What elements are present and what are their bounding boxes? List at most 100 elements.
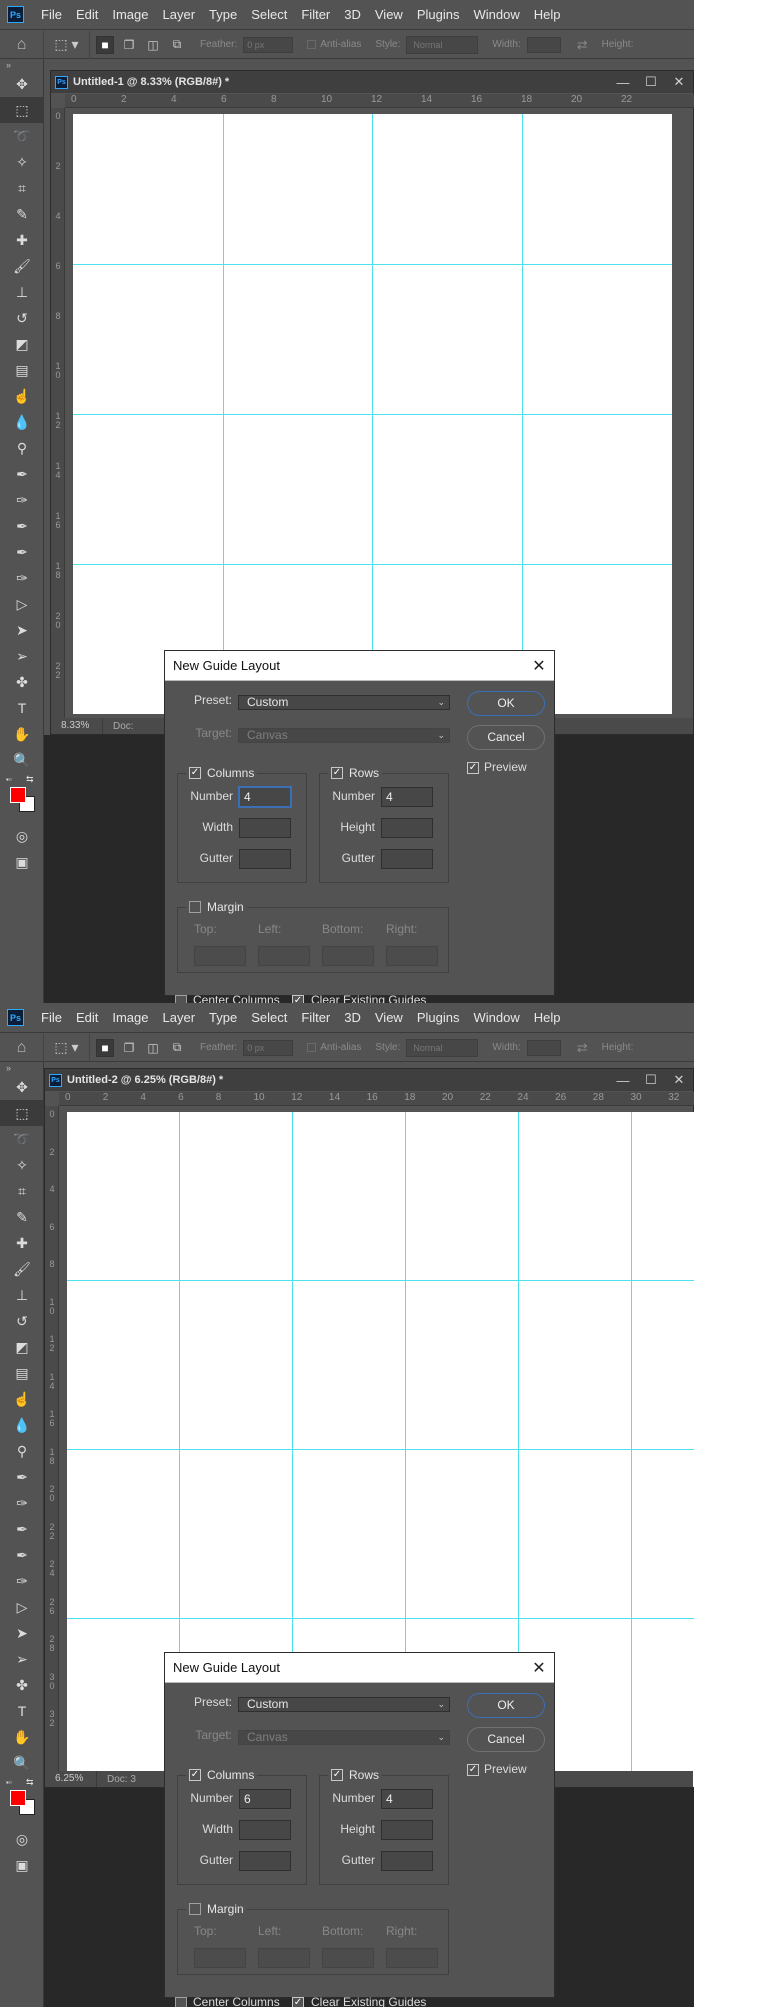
menu-filter[interactable]: Filter: [294, 7, 337, 22]
add-anchor-icon[interactable]: ✒: [0, 1516, 44, 1542]
menu-edit[interactable]: Edit: [69, 7, 105, 22]
cancel-button[interactable]: Cancel: [467, 725, 545, 750]
rows-gutter-input[interactable]: [381, 849, 433, 869]
convert-point-icon[interactable]: ▷: [0, 1594, 44, 1620]
menu-3d[interactable]: 3D: [337, 1010, 368, 1025]
delete-anchor-icon[interactable]: ✒: [0, 1542, 44, 1568]
move-icon[interactable]: ✥: [0, 71, 44, 97]
doc-info[interactable]: Doc: 3: [97, 1774, 136, 1785]
home-icon[interactable]: ⌂: [0, 30, 44, 59]
menu-window[interactable]: Window: [466, 1010, 526, 1025]
menu-help[interactable]: Help: [527, 7, 568, 22]
width-input[interactable]: [526, 36, 561, 53]
screen-mode-icon[interactable]: ▣: [0, 1852, 44, 1878]
zoom-level[interactable]: 6.25%: [45, 1771, 97, 1787]
preview-checkbox[interactable]: ✓: [467, 762, 479, 774]
menu-window[interactable]: Window: [466, 7, 526, 22]
width-input[interactable]: [526, 1039, 561, 1056]
crop-icon[interactable]: ⌗: [0, 175, 44, 201]
eraser-icon[interactable]: ◩: [0, 1334, 44, 1360]
magic-wand-icon[interactable]: ✧: [0, 1152, 44, 1178]
maximize-icon[interactable]: ☐: [637, 1072, 665, 1088]
clear-guides-checkbox[interactable]: ✓: [292, 995, 304, 1003]
zoom-icon[interactable]: 🔍: [0, 1750, 44, 1776]
rows-number-input[interactable]: 4: [381, 1789, 433, 1809]
new-selection-icon[interactable]: ■: [96, 35, 114, 54]
new-selection-icon[interactable]: ■: [96, 1038, 114, 1057]
quick-mask-icon[interactable]: ◎: [0, 1826, 44, 1852]
marquee-preset-icon[interactable]: ⬚ ▾: [44, 1033, 90, 1062]
stamp-icon[interactable]: ⊥: [0, 279, 44, 305]
delete-anchor-icon[interactable]: ✒: [0, 539, 44, 565]
foreground-color-swatch[interactable]: [10, 1790, 26, 1806]
rows-gutter-input[interactable]: [381, 1851, 433, 1871]
shape-icon[interactable]: ✤: [0, 669, 44, 695]
document-tab[interactable]: Ps Untitled-1 @ 8.33% (RGB/8#) * — ☐ ✕: [51, 71, 693, 93]
curvature-pen-icon[interactable]: ✑: [0, 565, 44, 591]
menu-layer[interactable]: Layer: [156, 1010, 203, 1025]
columns-number-input[interactable]: 6: [239, 1789, 291, 1809]
menu-edit[interactable]: Edit: [69, 1010, 105, 1025]
zoom-icon[interactable]: 🔍: [0, 747, 44, 773]
margin-checkbox[interactable]: [189, 901, 201, 913]
menu-filter[interactable]: Filter: [294, 1010, 337, 1025]
subtract-selection-icon[interactable]: ◫: [144, 36, 162, 54]
smudge-icon[interactable]: ☝: [0, 383, 44, 409]
hand-icon[interactable]: ✋: [0, 1724, 44, 1750]
rows-number-input[interactable]: 4: [381, 787, 433, 807]
magic-wand-icon[interactable]: ✧: [0, 149, 44, 175]
menu-select[interactable]: Select: [244, 7, 294, 22]
marquee-icon[interactable]: ⬚: [0, 1100, 44, 1126]
swap-colors-icon[interactable]: ⇆: [26, 774, 34, 785]
minimize-icon[interactable]: —: [609, 75, 637, 90]
lasso-icon[interactable]: ➰: [0, 1126, 44, 1152]
freeform-pen-icon[interactable]: ✑: [0, 1490, 44, 1516]
curvature-pen-icon[interactable]: ✑: [0, 1568, 44, 1594]
history-brush-icon[interactable]: ↺: [0, 1308, 44, 1334]
feather-input[interactable]: 0 px: [243, 36, 294, 53]
freeform-pen-icon[interactable]: ✑: [0, 487, 44, 513]
menu-type[interactable]: Type: [202, 7, 244, 22]
feather-input[interactable]: 0 px: [243, 1039, 294, 1056]
ok-button[interactable]: OK: [467, 691, 545, 716]
blur-icon[interactable]: 💧: [0, 1412, 44, 1438]
menu-image[interactable]: Image: [105, 7, 155, 22]
eyedropper-icon[interactable]: ✎: [0, 1204, 44, 1230]
menu-type[interactable]: Type: [202, 1010, 244, 1025]
columns-checkbox[interactable]: ✓: [189, 1769, 201, 1781]
menu-help[interactable]: Help: [527, 1010, 568, 1025]
rows-checkbox[interactable]: ✓: [331, 767, 343, 779]
brush-icon[interactable]: 🖌: [0, 253, 44, 279]
columns-width-input[interactable]: [239, 1820, 291, 1840]
minimize-icon[interactable]: —: [609, 1073, 637, 1088]
maximize-icon[interactable]: ☐: [637, 74, 665, 90]
zoom-level[interactable]: 8.33%: [51, 718, 103, 734]
columns-number-input[interactable]: 4: [239, 787, 291, 807]
rows-checkbox[interactable]: ✓: [331, 1769, 343, 1781]
home-icon[interactable]: ⌂: [0, 1033, 44, 1062]
menu-image[interactable]: Image: [105, 1010, 155, 1025]
foreground-color-swatch[interactable]: [10, 787, 26, 803]
style-select[interactable]: Normal: [406, 35, 479, 54]
add-selection-icon[interactable]: ❐: [120, 1039, 138, 1057]
dodge-icon[interactable]: ⚲: [0, 435, 44, 461]
menu-view[interactable]: View: [368, 1010, 410, 1025]
direct-select-icon[interactable]: ➢: [0, 1646, 44, 1672]
collapse-icon[interactable]: »: [0, 59, 43, 71]
margin-checkbox[interactable]: [189, 1903, 201, 1915]
style-select[interactable]: Normal: [406, 1038, 479, 1057]
healing-icon[interactable]: ✚: [0, 227, 44, 253]
default-colors-icon[interactable]: ▪▫: [6, 775, 12, 784]
move-icon[interactable]: ✥: [0, 1074, 44, 1100]
smudge-icon[interactable]: ☝: [0, 1386, 44, 1412]
marquee-preset-icon[interactable]: ⬚ ▾: [44, 30, 90, 59]
pen-icon[interactable]: ✒: [0, 461, 44, 487]
crop-icon[interactable]: ⌗: [0, 1178, 44, 1204]
preview-checkbox[interactable]: ✓: [467, 1764, 479, 1776]
quick-mask-icon[interactable]: ◎: [0, 823, 44, 849]
menu-plugins[interactable]: Plugins: [410, 7, 467, 22]
ok-button[interactable]: OK: [467, 1693, 545, 1718]
cancel-button[interactable]: Cancel: [467, 1727, 545, 1752]
center-columns-checkbox[interactable]: [175, 995, 187, 1003]
preset-select[interactable]: Custom ⌄: [238, 1697, 450, 1712]
